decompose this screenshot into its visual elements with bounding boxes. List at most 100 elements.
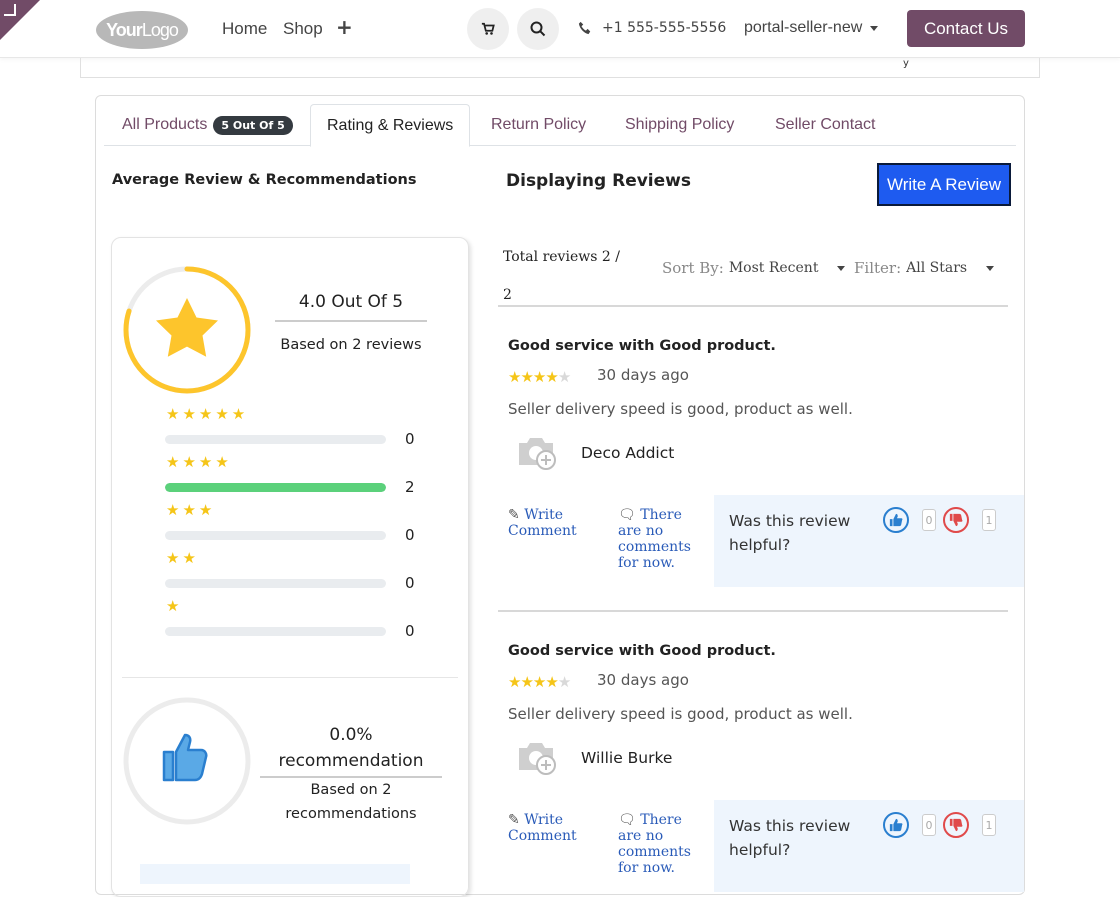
one-star-label: ★ — [166, 597, 183, 615]
tab-label: All Products — [122, 116, 208, 133]
star-filled-icon: ★ — [508, 368, 521, 386]
tab-seller-contact[interactable]: Seller Contact — [759, 104, 892, 146]
thumbs-up-button[interactable] — [883, 507, 909, 533]
star-filled-icon: ★ — [532, 368, 546, 386]
tab-all-products[interactable]: All Products 5 Out Of 5 — [106, 104, 309, 146]
five-star-label: ★★★★★ — [166, 405, 249, 423]
caret-down-icon — [870, 25, 879, 31]
reviewer-name: Willie Burke — [581, 749, 673, 767]
phone-link[interactable]: +1 555-555-5556 — [578, 20, 726, 36]
tab-bar: All Products 5 Out Of 5 Rating & Reviews… — [104, 104, 1016, 147]
tab-shipping-policy[interactable]: Shipping Policy — [609, 104, 750, 146]
logo-text-light: Logo — [141, 19, 179, 40]
caret-down-icon — [837, 265, 846, 271]
thumbs-down-button[interactable] — [943, 812, 969, 838]
helpful-question: Was this review helpful? — [729, 817, 851, 859]
review-title: Good service with Good product. — [508, 643, 776, 659]
thumbs-up-button[interactable] — [883, 812, 909, 838]
search-icon — [530, 21, 546, 37]
cart-button[interactable] — [467, 8, 509, 50]
rating-ring — [123, 266, 251, 394]
filter-dropdown[interactable]: Filter: All Stars — [854, 259, 995, 277]
camera-plus-icon — [519, 743, 556, 775]
thumbs-up-icon — [162, 733, 208, 782]
review-stars: ★★★★★ — [508, 368, 571, 386]
based-on-recommendations: Based on 2 recommendations — [285, 782, 417, 822]
five-star-bar — [165, 435, 386, 444]
cart-icon — [481, 22, 495, 35]
star-empty-icon: ★ — [557, 673, 571, 691]
no-comments-link[interactable]: 🗨 There are no comments for now. — [618, 812, 698, 876]
thumbs-down-icon — [949, 818, 963, 832]
thumbs-up-icon — [889, 818, 903, 832]
filter-label: Filter: — [854, 259, 902, 277]
pencil-icon: ✎ — [508, 507, 520, 523]
total-reviews: Total reviews 2 / 2 — [503, 249, 620, 303]
two-star-label: ★★ — [166, 549, 199, 567]
logo-text-bold: Your — [106, 19, 143, 40]
filter-value: All Stars — [906, 260, 968, 276]
tab-return-policy[interactable]: Return Policy — [475, 104, 602, 146]
average-score: 4.0 Out Of 5 — [275, 292, 427, 322]
three-star-count: 0 — [405, 526, 415, 544]
caret-down-icon — [986, 265, 995, 271]
four-star-label: ★★★★ — [166, 453, 232, 471]
bar-fill — [165, 483, 386, 492]
helpful-question: Was this review helpful? — [729, 512, 851, 554]
phone-number: +1 555-555-5556 — [602, 20, 727, 36]
downvote-count: 1 — [982, 814, 996, 836]
camera-plus-icon — [519, 438, 556, 470]
top-navbar: Your Logo Home Shop + +1 555-555-5556 por… — [0, 0, 1120, 58]
upvote-count: 0 — [922, 814, 936, 836]
recommendation-ring — [123, 697, 251, 825]
previous-section-box: y — [80, 58, 1040, 78]
thumbs-down-button[interactable] — [943, 507, 969, 533]
bottom-info-box — [140, 864, 410, 884]
review-body: Seller delivery speed is good, product a… — [508, 400, 853, 418]
review-body: Seller delivery speed is good, product a… — [508, 705, 853, 723]
star-empty-icon: ★ — [557, 368, 571, 386]
write-comment-link[interactable]: ✎ Write Comment — [508, 507, 598, 539]
pencil-icon: ✎ — [508, 812, 520, 828]
reviews-divider — [498, 610, 1008, 612]
clipped-glyph: y — [903, 58, 909, 69]
review-stars: ★★★★★ — [508, 673, 571, 691]
product-count-badge: 5 Out Of 5 — [213, 115, 293, 135]
sort-value: Most Recent — [728, 260, 819, 276]
one-star-bar — [165, 627, 386, 636]
star-filled-icon: ★ — [520, 368, 533, 386]
plus-icon[interactable]: + — [336, 15, 353, 39]
one-star-count: 0 — [405, 622, 415, 640]
two-star-count: 0 — [405, 574, 415, 592]
tab-rating-reviews[interactable]: Rating & Reviews — [310, 104, 471, 147]
nav-home[interactable]: Home — [222, 19, 267, 39]
downvote-count: 1 — [982, 509, 996, 531]
no-comments-link[interactable]: 🗨 There are no comments for now. — [618, 507, 698, 571]
star-filled-icon: ★ — [545, 368, 558, 386]
sort-dropdown[interactable]: Sort By: Most Recent — [662, 259, 846, 277]
star-filled-icon: ★ — [508, 673, 521, 691]
comments-icon: 🗨 — [618, 812, 636, 828]
review-title: Good service with Good product. — [508, 338, 776, 354]
nav-shop[interactable]: Shop — [283, 19, 323, 39]
star-filled-icon: ★ — [545, 673, 558, 691]
write-review-button[interactable]: Write A Review — [877, 163, 1011, 206]
star-icon — [156, 298, 218, 357]
helpful-box: Was this review helpful? 0 1 — [714, 495, 1024, 587]
reviews-divider — [498, 305, 1008, 307]
star-filled-icon: ★ — [532, 673, 546, 691]
two-star-bar — [165, 579, 386, 588]
sort-label: Sort By: — [662, 259, 724, 277]
user-dropdown[interactable]: portal-seller-new — [744, 19, 879, 37]
contact-us-button[interactable]: Contact Us — [907, 10, 1025, 47]
four-star-count: 2 — [405, 478, 415, 496]
logo[interactable]: Your Logo — [96, 11, 188, 49]
thumbs-up-icon — [889, 513, 903, 527]
write-comment-link[interactable]: ✎ Write Comment — [508, 812, 598, 844]
displaying-reviews-heading: Displaying Reviews — [506, 171, 691, 191]
based-on-reviews: Based on 2 reviews — [280, 337, 422, 353]
review-date: 30 days ago — [597, 671, 689, 689]
five-star-count: 0 — [405, 430, 415, 448]
search-button[interactable] — [517, 8, 559, 50]
recommendation-percent: 0.0% recommendation — [260, 722, 442, 778]
